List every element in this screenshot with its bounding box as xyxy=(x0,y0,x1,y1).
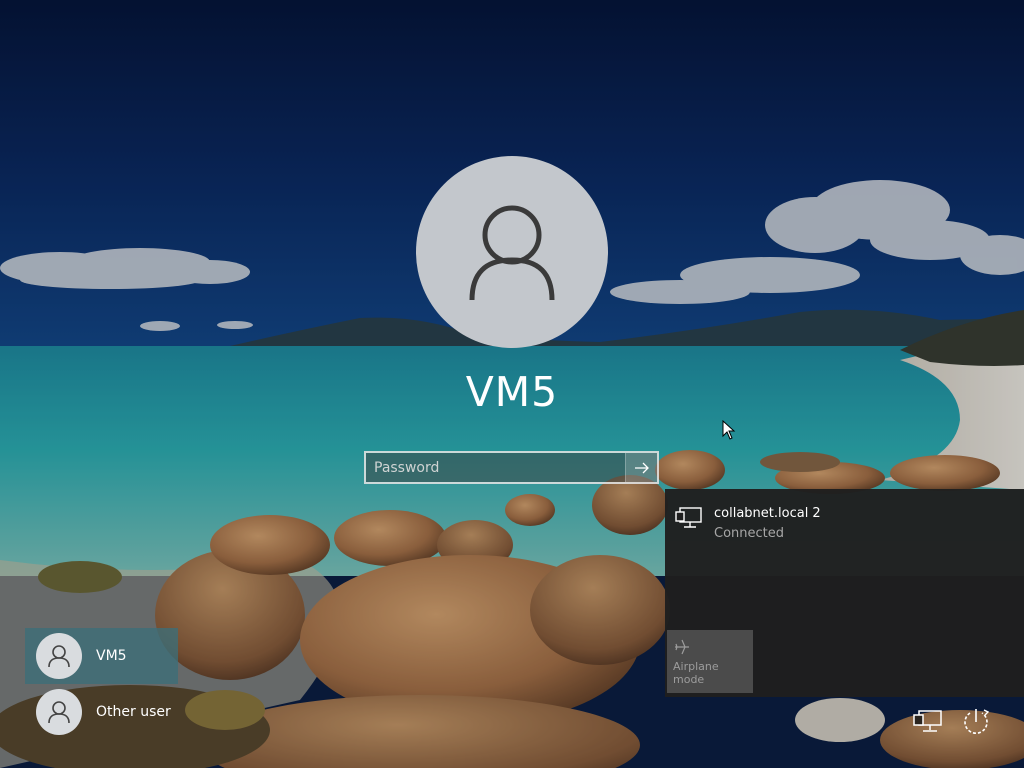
user-tile-label: Other user xyxy=(96,704,171,720)
power-icon xyxy=(964,709,990,734)
user-avatar-small xyxy=(36,689,82,735)
user-avatar-small xyxy=(36,633,82,679)
user-icon xyxy=(48,645,70,668)
user-tile-label: VM5 xyxy=(96,648,127,664)
user-tile-vm5[interactable]: VM5 xyxy=(25,628,178,684)
user-icon xyxy=(48,701,70,724)
lock-screen: VM5 VM5 Other user collabnet.local 2 Con… xyxy=(0,0,1024,768)
user-tile-other-user[interactable]: Other user xyxy=(25,684,178,740)
password-input[interactable] xyxy=(366,453,625,482)
wired-network-icon xyxy=(913,710,942,732)
network-status: Connected xyxy=(714,526,785,541)
airplane-mode-label: Airplane mode xyxy=(673,660,719,686)
submit-button[interactable] xyxy=(625,453,657,482)
power-button[interactable] xyxy=(958,706,994,738)
arrow-right-icon xyxy=(634,462,649,473)
airplane-mode-toggle[interactable]: Airplane mode xyxy=(667,630,753,693)
network-button[interactable] xyxy=(910,706,946,738)
airplane-icon xyxy=(675,639,689,655)
username-title: VM5 xyxy=(465,368,559,416)
network-name: collabnet.local 2 xyxy=(714,506,821,521)
network-flyout: collabnet.local 2 Connected Airplane mod… xyxy=(665,489,1024,697)
password-box xyxy=(364,451,659,484)
wired-network-icon xyxy=(675,507,702,528)
user-avatar-large xyxy=(416,156,608,348)
network-item-collabnet[interactable]: collabnet.local 2 Connected xyxy=(675,505,1015,549)
mouse-cursor-icon xyxy=(722,420,736,440)
user-icon xyxy=(469,205,555,301)
